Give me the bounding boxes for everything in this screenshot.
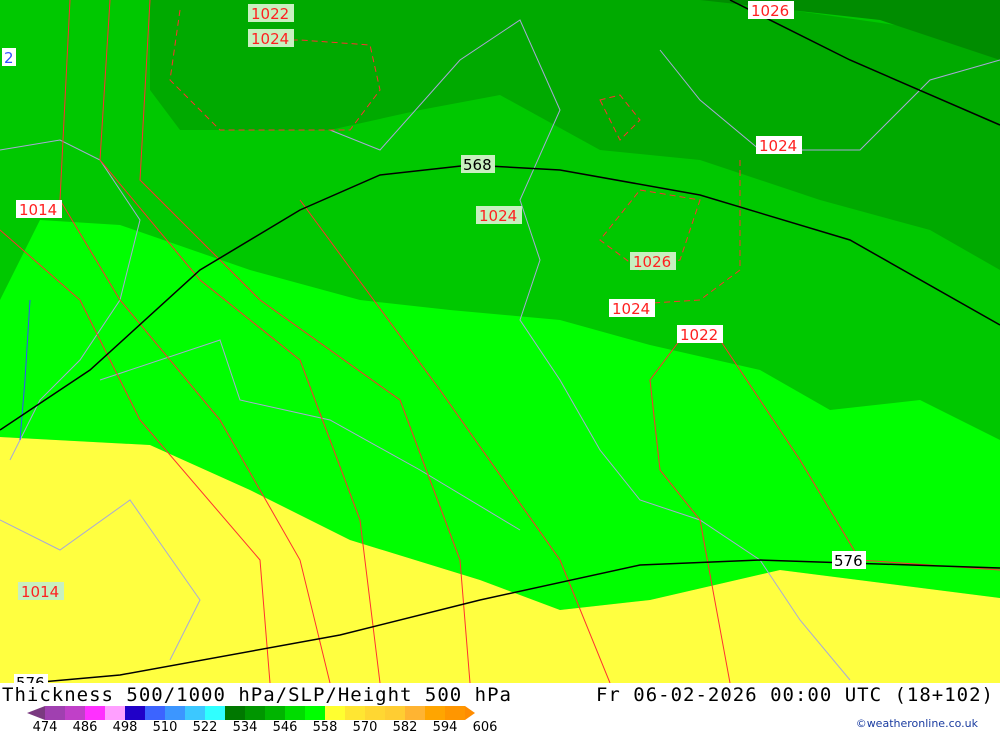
legend-swatch (245, 706, 265, 720)
legend-swatch (405, 706, 425, 720)
legend-swatch (125, 706, 145, 720)
legend-swatch (185, 706, 205, 720)
copyright-link[interactable]: ©weatheronline.co.uk (856, 717, 978, 730)
legend-swatch (445, 706, 465, 720)
svg-text:1024: 1024 (251, 30, 289, 48)
svg-text:1014: 1014 (19, 201, 57, 219)
slp-label: 1014 (16, 200, 62, 219)
legend-swatch (45, 706, 65, 720)
legend-swatch (325, 706, 345, 720)
svg-text:576: 576 (16, 674, 45, 683)
slp-label: 1014 (18, 582, 64, 601)
svg-text:1024: 1024 (612, 300, 650, 318)
legend-swatch (85, 706, 105, 720)
legend-arrow-left (27, 706, 45, 720)
map-title: Thickness 500/1000 hPa/SLP/Height 500 hP… (2, 684, 512, 706)
legend-swatch (305, 706, 325, 720)
slp-label: 1024 (476, 206, 522, 225)
legend-swatch (285, 706, 305, 720)
slp-label: 1024 (248, 29, 294, 48)
svg-text:2: 2 (4, 49, 14, 67)
svg-text:1022: 1022 (251, 5, 289, 23)
legend-swatch (425, 706, 445, 720)
svg-text:1024: 1024 (759, 137, 797, 155)
height-label: 568 (461, 155, 495, 174)
svg-text:1026: 1026 (633, 253, 671, 271)
slp-label: 1024 (609, 299, 655, 318)
legend-swatch (105, 706, 125, 720)
legend-swatch (145, 706, 165, 720)
legend-arrow-right (465, 706, 475, 720)
legend-swatch (205, 706, 225, 720)
slp-label: 1022 (677, 325, 723, 344)
legend-swatch (265, 706, 285, 720)
legend-swatch (225, 706, 245, 720)
slp-label: 1022 (248, 4, 294, 23)
height-label: 576 (832, 551, 866, 570)
svg-text:1022: 1022 (680, 326, 718, 344)
slp-label: 1026 (630, 252, 676, 271)
svg-text:1024: 1024 (479, 207, 517, 225)
legend-swatch (165, 706, 185, 720)
weather-map: 1022 1024 1026 1024 1014 1024 1026 1024 … (0, 0, 1000, 683)
edge-label: 2 (2, 48, 16, 67)
svg-text:576: 576 (834, 552, 863, 570)
legend-swatch (345, 706, 365, 720)
valid-datetime: Fr 06-02-2026 00:00 UTC (18+102) (595, 684, 994, 706)
height-label: 576 (14, 674, 48, 683)
legend-swatch (65, 706, 85, 720)
svg-text:568: 568 (463, 156, 492, 174)
slp-label: 1024 (756, 136, 802, 155)
legend-swatch (385, 706, 405, 720)
svg-text:1026: 1026 (751, 2, 789, 20)
legend-swatch (365, 706, 385, 720)
slp-label: 1026 (748, 1, 794, 20)
color-legend (27, 706, 475, 720)
svg-text:1014: 1014 (21, 583, 59, 601)
